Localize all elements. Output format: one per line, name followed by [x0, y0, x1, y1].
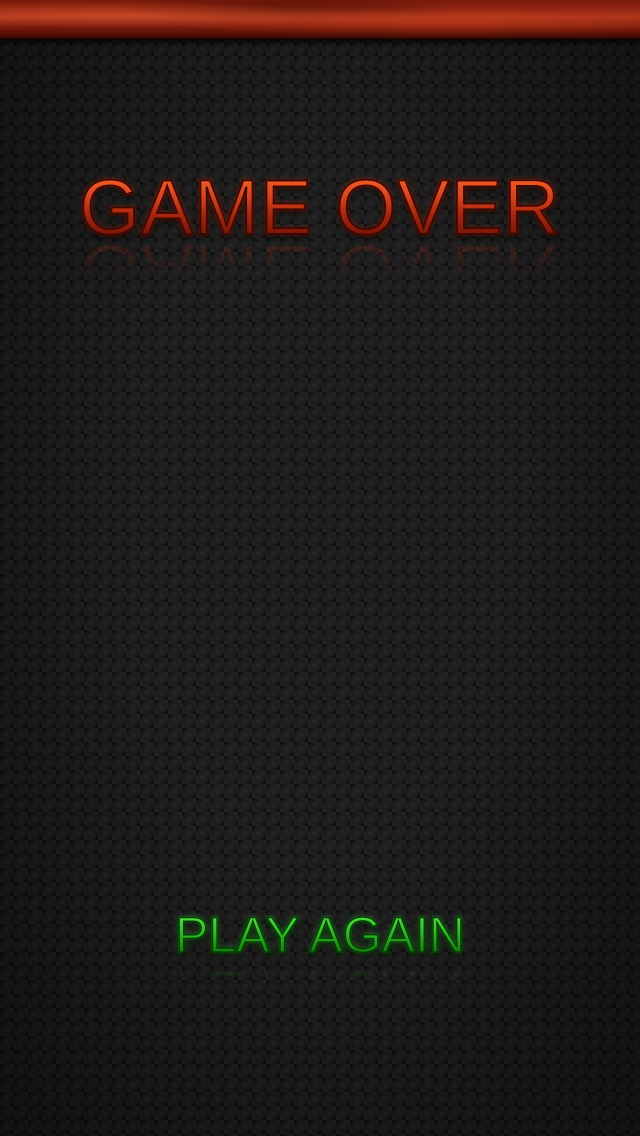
- play-again-button[interactable]: PLAY AGAIN: [140, 900, 500, 970]
- play-again-label: PLAY AGAIN: [174, 900, 465, 970]
- game-over-title: GAME OVER: [78, 163, 561, 251]
- title-container: GAME OVER: [0, 163, 640, 251]
- top-bar: [0, 0, 640, 40]
- game-over-screen: GAME OVER GAME OVER PLAY AGAIN PLAY AGAI…: [0, 0, 640, 1136]
